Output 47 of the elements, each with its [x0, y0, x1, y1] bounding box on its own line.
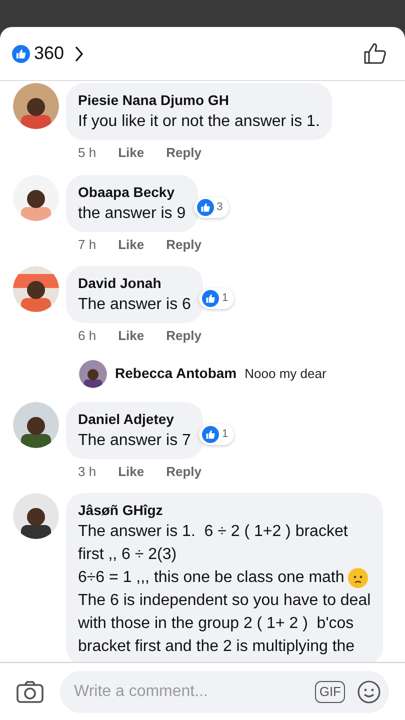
reaction-badge[interactable]: 1: [198, 288, 234, 309]
comment-text: with those in the group 2 ( 1+ 2 ) b'cos: [78, 614, 354, 634]
chevron-right-icon[interactable]: [74, 46, 84, 62]
like-icon: [202, 290, 219, 307]
comment-author[interactable]: Jâsøñ GHîgz: [78, 500, 371, 520]
comment-author[interactable]: Obaapa Becky: [78, 182, 186, 202]
comment-field[interactable]: Write a comment... GIF: [60, 670, 389, 712]
comment-author[interactable]: David Jonah: [78, 273, 191, 293]
comment-text: the answer is 9: [78, 204, 186, 224]
reply-link[interactable]: Reply: [166, 462, 202, 481]
comment-text: The 6 is independent so you have to deal: [78, 591, 371, 611]
like-link[interactable]: Like: [118, 462, 144, 481]
comment-text: The answer is 1. 6 ÷ 2 ( 1+2 ) bracket: [78, 522, 348, 542]
comment-text: 6÷6 = 1 ,,, this one be class one math: [78, 568, 344, 588]
comment-text: bracket first and the 2 is multiplying the: [78, 637, 355, 657]
like-link[interactable]: Like: [118, 234, 144, 254]
comment-author[interactable]: Piesie Nana Djumo GH: [78, 90, 320, 110]
reply-link[interactable]: Reply: [166, 143, 202, 162]
comment-author[interactable]: Daniel Adjetey: [78, 408, 191, 428]
camera-icon[interactable]: [16, 680, 44, 704]
comment-text: The answer is 7: [78, 430, 191, 450]
reply-author[interactable]: Rebecca Antobam: [115, 363, 237, 384]
comment-text: The answer is 6: [78, 295, 191, 315]
comment-time: 7 h: [78, 236, 96, 254]
comment-time: 5 h: [78, 144, 96, 162]
like-icon: [196, 198, 214, 216]
reply-link[interactable]: Reply: [166, 234, 202, 254]
comment-time: 3 h: [78, 462, 96, 480]
comment-text: If you like it or not the answer is 1.: [78, 112, 320, 132]
reaction-count: 3: [216, 200, 224, 215]
reaction-badge[interactable]: 3: [194, 196, 229, 218]
comment-time: 6 h: [78, 327, 96, 345]
comment-text: first ,, 6 ÷ 2(3): [78, 545, 177, 565]
like-link[interactable]: Like: [118, 143, 144, 162]
reaction-count[interactable]: 360: [34, 40, 64, 67]
reply-text: Nooo my dear: [244, 364, 326, 383]
reply-link[interactable]: Reply: [166, 326, 202, 346]
reaction-count: 1: [222, 291, 230, 306]
like-link[interactable]: Like: [118, 326, 144, 346]
reaction-count: 1: [222, 426, 230, 442]
emoji-icon[interactable]: [357, 680, 381, 704]
like-icon: [202, 426, 219, 442]
reaction-badge[interactable]: 1: [198, 424, 234, 444]
like-icon: [12, 44, 30, 62]
gif-button[interactable]: GIF: [315, 680, 345, 702]
face-icon: [348, 568, 368, 588]
thumbs-up-icon[interactable]: [363, 42, 387, 66]
